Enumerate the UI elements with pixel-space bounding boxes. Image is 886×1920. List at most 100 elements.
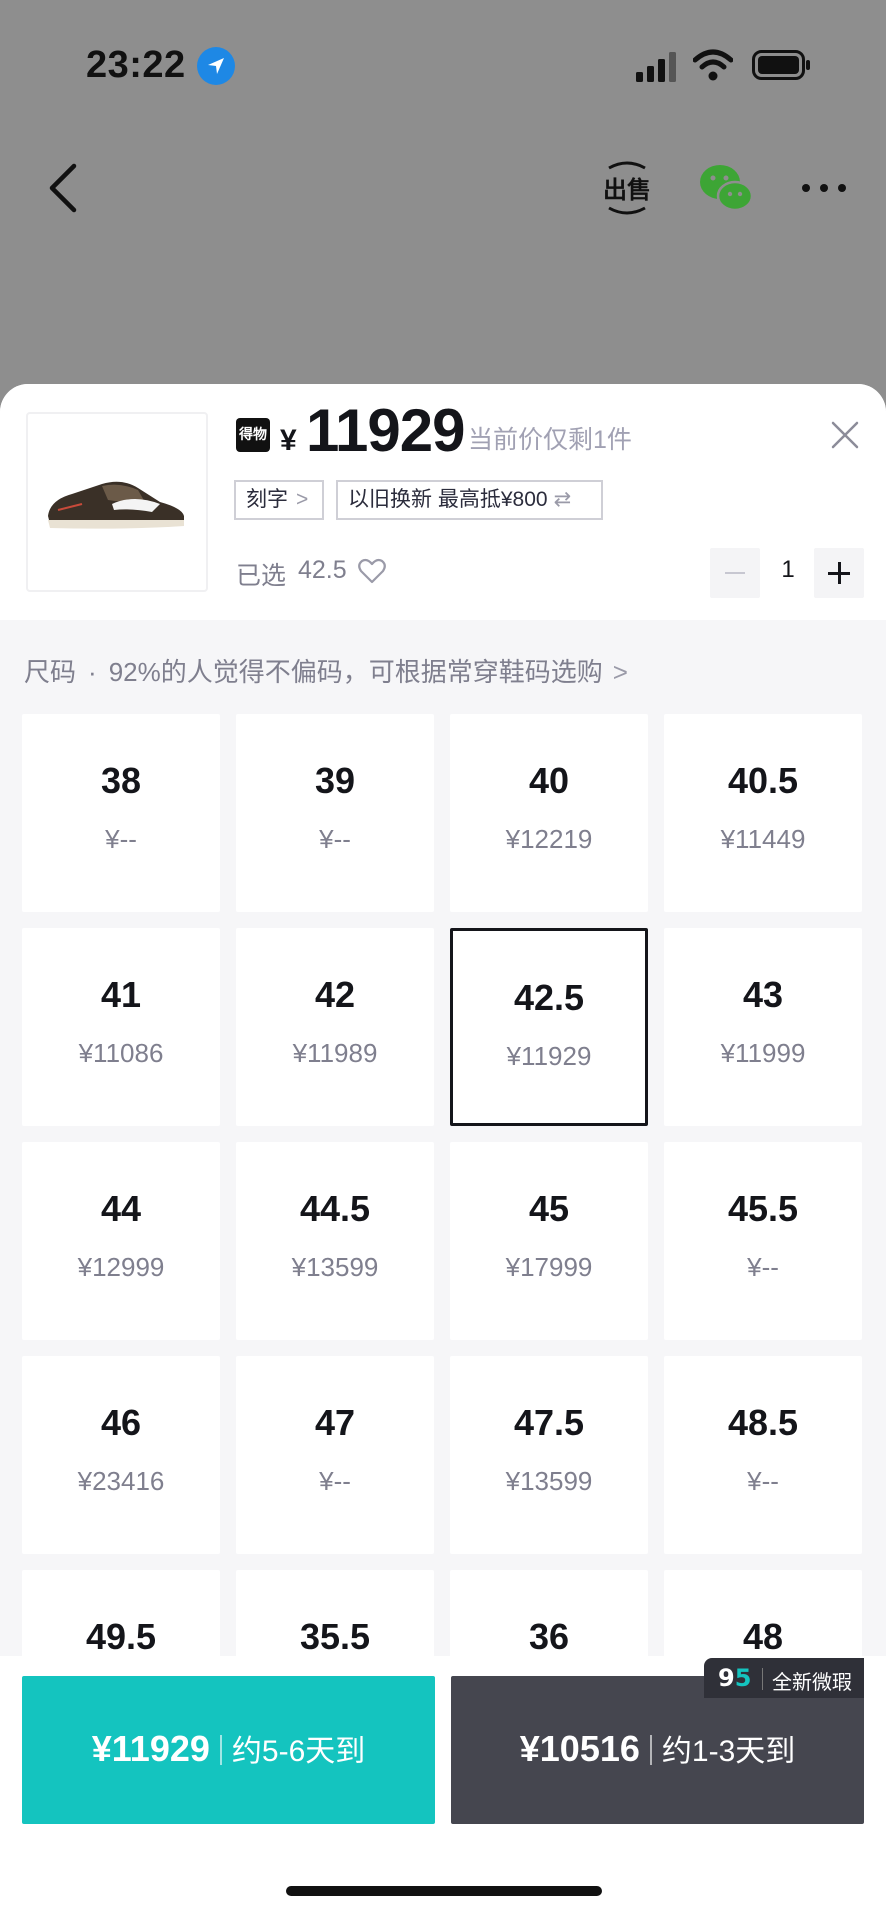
product-summary: 得物 ¥ 11929 当前价仅剩1件 刻字 > 以旧换新 最高抵¥800 ⇄ 已选 …: [0, 384, 886, 620]
size-fit-hint[interactable]: 尺码 · 92%的人觉得不偏码，可根据常穿鞋码选购 >: [24, 652, 628, 689]
size-label: 47: [314, 1402, 356, 1443]
size-label: 42.5: [513, 977, 585, 1018]
size-option-38[interactable]: 38 ¥--: [22, 714, 220, 912]
size-price: ¥--: [319, 1466, 351, 1496]
buy-open-box-price: ¥10516: [519, 1728, 640, 1769]
open-box-badge: 95 全新微瑕: [704, 1658, 864, 1698]
wechat-icon[interactable]: [698, 160, 754, 216]
quantity-decrease-button[interactable]: [710, 548, 760, 598]
selected-size-value: 42.5: [298, 556, 347, 584]
hint-separator: ·: [88, 657, 97, 687]
trade-in-tag-label: 以旧换新 最高抵¥800: [348, 488, 548, 511]
sell-icon[interactable]: 出售: [603, 158, 651, 218]
engrave-tag-label: 刻字: [246, 488, 288, 511]
size-label: 44: [100, 1188, 142, 1229]
chevron-right-icon: >: [612, 657, 628, 687]
size-price: ¥12999: [77, 1252, 165, 1282]
size-option-40-5[interactable]: 40.5 ¥11449: [664, 714, 862, 912]
brand-logo: 得物: [236, 418, 270, 452]
product-image: [26, 412, 208, 592]
swap-icon: ⇄: [553, 488, 572, 511]
size-price: ¥--: [747, 1466, 779, 1496]
quantity-value: 1: [781, 556, 795, 583]
size-label: 46: [100, 1402, 142, 1443]
size-option-47[interactable]: 47 ¥--: [236, 1356, 434, 1554]
price-currency: ¥: [280, 424, 297, 457]
size-label: 49.5: [85, 1616, 157, 1657]
buy-open-box-eta: 约1-3天到: [661, 1735, 796, 1768]
close-icon[interactable]: [830, 420, 860, 450]
size-label: 35.5: [299, 1616, 371, 1657]
size-price: ¥11999: [720, 1038, 806, 1068]
size-price: ¥--: [319, 824, 351, 854]
size-price: ¥11929: [506, 1041, 592, 1071]
size-price: ¥--: [747, 1252, 779, 1282]
battery-icon: [752, 50, 810, 80]
size-price: ¥23416: [77, 1466, 165, 1496]
size-price: ¥12219: [505, 824, 593, 854]
back-arrow-icon[interactable]: [42, 158, 82, 218]
size-option-40[interactable]: 40 ¥12219: [450, 714, 648, 912]
size-label: 45.5: [727, 1188, 799, 1229]
size-option-41[interactable]: 41 ¥11086: [22, 928, 220, 1126]
engrave-tag[interactable]: 刻字 >: [234, 480, 324, 520]
open-box-badge-text: 全新微瑕: [772, 1672, 852, 1694]
buy-standard-eta: 约5-6天到: [231, 1735, 366, 1768]
heart-icon[interactable]: [358, 558, 386, 584]
cellular-signal-icon: [636, 52, 676, 82]
home-indicator: [286, 1886, 602, 1896]
trade-in-tag[interactable]: 以旧换新 最高抵¥800 ⇄: [336, 480, 603, 520]
size-label: 40: [528, 760, 570, 801]
buy-open-box-button[interactable]: ¥10516 约1-3天到: [451, 1676, 864, 1824]
size-option-44-5[interactable]: 44.5 ¥13599: [236, 1142, 434, 1340]
location-arrow-icon: [197, 47, 235, 85]
size-price: ¥17999: [505, 1252, 593, 1282]
badge-divider: [762, 1668, 763, 1690]
size-label: 40.5: [727, 760, 799, 801]
size-option-46[interactable]: 46 ¥23416: [22, 1356, 220, 1554]
size-label: 48.5: [727, 1402, 799, 1443]
size-price: ¥11086: [78, 1038, 164, 1068]
buy-standard-price: ¥11929: [91, 1728, 210, 1769]
size-price: ¥--: [105, 824, 137, 854]
size-label: 38: [100, 760, 142, 801]
size-option-42-5[interactable]: 42.5 ¥11929: [450, 928, 648, 1126]
more-options-icon[interactable]: [800, 182, 848, 194]
size-label: 43: [742, 974, 784, 1015]
size-option-47-5[interactable]: 47.5 ¥13599: [450, 1356, 648, 1554]
size-label: 36: [528, 1616, 570, 1657]
size-label: 47.5: [513, 1402, 585, 1443]
size-label: 48: [742, 1616, 784, 1657]
size-option-45-5[interactable]: 45.5 ¥--: [664, 1142, 862, 1340]
size-option-44[interactable]: 44 ¥12999: [22, 1142, 220, 1340]
size-label: 39: [314, 760, 356, 801]
status-time: 23:22: [86, 44, 186, 86]
current-price: 11929: [306, 397, 466, 464]
size-label: 45: [528, 1188, 570, 1229]
size-price: ¥11989: [292, 1038, 378, 1068]
size-option-48-5[interactable]: 48.5 ¥--: [664, 1356, 862, 1554]
wifi-icon: [693, 49, 733, 81]
top-nav: 出售: [0, 140, 886, 240]
quantity-increase-button[interactable]: [814, 548, 864, 598]
stock-note: 当前价仅剩1件: [468, 426, 632, 454]
size-option-45[interactable]: 45 ¥17999: [450, 1142, 648, 1340]
size-label: 42: [314, 974, 356, 1015]
svg-text:出售: 出售: [603, 176, 651, 204]
size-option-42[interactable]: 42 ¥11989: [236, 928, 434, 1126]
buy-standard-button[interactable]: ¥11929 约5-6天到: [22, 1676, 435, 1824]
size-price: ¥13599: [291, 1252, 379, 1282]
button-divider: [649, 1735, 652, 1765]
chevron-right-icon: >: [296, 488, 309, 511]
size-label: 41: [100, 974, 142, 1015]
size-section-label: 尺码: [24, 657, 77, 687]
status-bar: 23:22: [0, 0, 886, 130]
size-price: ¥13599: [505, 1466, 593, 1496]
button-divider: [219, 1735, 222, 1765]
size-fit-text: 92%的人觉得不偏码，可根据常穿鞋码选购: [108, 657, 603, 687]
size-option-43[interactable]: 43 ¥11999: [664, 928, 862, 1126]
95-logo: 95: [718, 1664, 752, 1692]
size-price: ¥11449: [720, 824, 806, 854]
size-option-39[interactable]: 39 ¥--: [236, 714, 434, 912]
size-label: 44.5: [299, 1188, 371, 1229]
